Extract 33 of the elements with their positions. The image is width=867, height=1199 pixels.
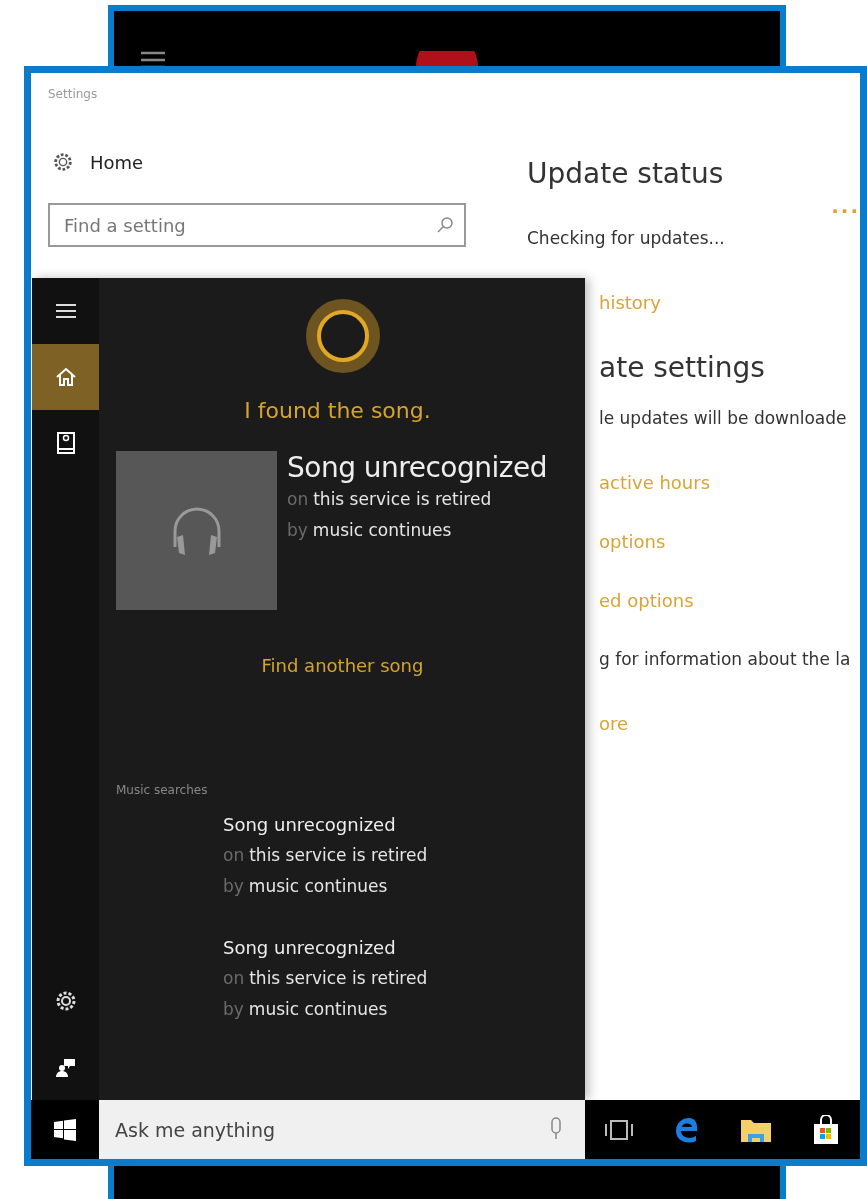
- settings-link[interactable]: options: [599, 531, 860, 552]
- home-link[interactable]: Home: [90, 151, 144, 173]
- song-prefix: by: [287, 520, 308, 540]
- section-heading: ate settings: [599, 351, 766, 384]
- search-field[interactable]: Find a setting: [48, 203, 466, 247]
- status-text: g for information about the la: [599, 649, 852, 669]
- settings-link[interactable]: ore: [599, 713, 860, 734]
- progress-dots: ...: [831, 194, 860, 218]
- song-detail: this service is retired: [249, 968, 428, 988]
- settings-link[interactable]: history: [599, 292, 860, 313]
- result-title[interactable]: Song unrecognized: [223, 809, 569, 840]
- settings-link[interactable]: ed options: [599, 590, 860, 611]
- search-box[interactable]: Ask me anything: [99, 1100, 585, 1159]
- song-title: Song unrecognized: [287, 451, 547, 484]
- song-prefix: on: [223, 968, 245, 988]
- status-text: Checking for updates...: [527, 228, 726, 248]
- status-text: le updates will be downloade: [599, 408, 848, 428]
- section-label: Music searches: [116, 783, 209, 797]
- song-prefix: on: [223, 845, 245, 865]
- assistant-message: I found the song.: [244, 398, 431, 423]
- find-song-link[interactable]: Find another song: [255, 654, 430, 677]
- result-title[interactable]: Song unrecognized: [223, 932, 569, 963]
- song-detail: music continues: [312, 520, 452, 540]
- window-title: Settings: [48, 87, 99, 101]
- song-prefix: by: [223, 999, 244, 1019]
- section-heading: Update status: [527, 157, 725, 190]
- song-detail: music continues: [248, 999, 388, 1019]
- song-prefix: on: [287, 489, 309, 509]
- song-detail: music continues: [248, 876, 388, 896]
- song-detail: this service is retired: [313, 489, 492, 509]
- settings-link[interactable]: active hours: [599, 472, 860, 493]
- song-prefix: by: [223, 876, 244, 896]
- song-detail: this service is retired: [249, 845, 428, 865]
